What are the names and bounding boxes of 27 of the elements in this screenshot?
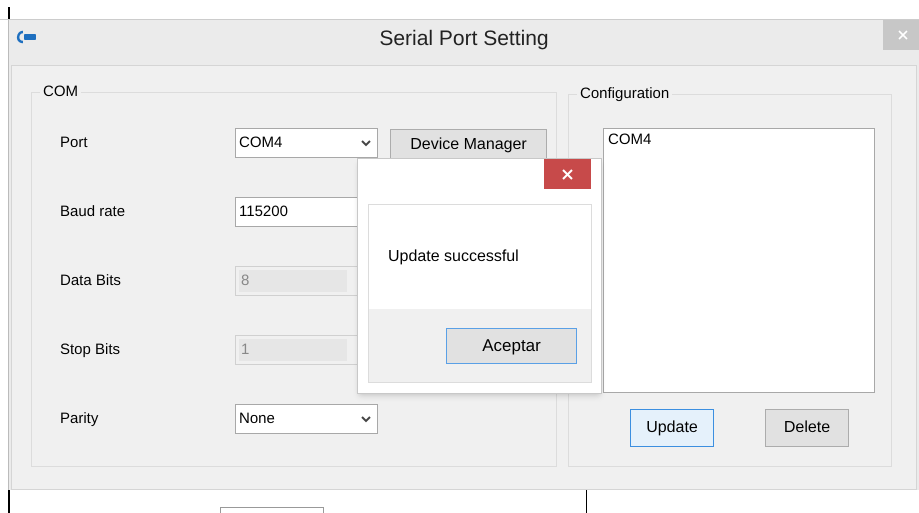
field-label: Data Bits [60, 270, 122, 291]
window-title: Serial Port Setting [379, 26, 549, 52]
ok-button[interactable]: Aceptar [446, 328, 577, 364]
background-divider [586, 490, 587, 513]
message-text: Update successful [388, 247, 519, 267]
caret-icon [361, 416, 371, 422]
list-item[interactable]: COM4 [604, 129, 874, 150]
dropdown[interactable]: None [235, 404, 378, 434]
close-button[interactable] [544, 159, 591, 189]
group-title: Configuration [577, 85, 672, 103]
config-button[interactable]: Delete [765, 409, 849, 447]
dropdown-value: None [239, 408, 275, 429]
config-button[interactable]: Update [630, 409, 714, 447]
close-icon [898, 30, 908, 40]
field-label: Port [60, 132, 89, 153]
list-box[interactable]: COM4 [603, 128, 875, 393]
background-window-edge [8, 7, 10, 19]
background-window-edge [8, 490, 10, 513]
app-logo-icon [15, 30, 37, 44]
device-manager-button[interactable]: Device Manager [390, 129, 547, 161]
field-label: Parity [60, 408, 100, 429]
close-icon [562, 168, 573, 180]
dropdown[interactable]: COM4 [235, 128, 378, 158]
field-label: Baud rate [60, 202, 126, 222]
dropdown-value: COM4 [239, 132, 282, 153]
field-label: Stop Bits [60, 340, 122, 360]
caret-icon [361, 140, 371, 146]
